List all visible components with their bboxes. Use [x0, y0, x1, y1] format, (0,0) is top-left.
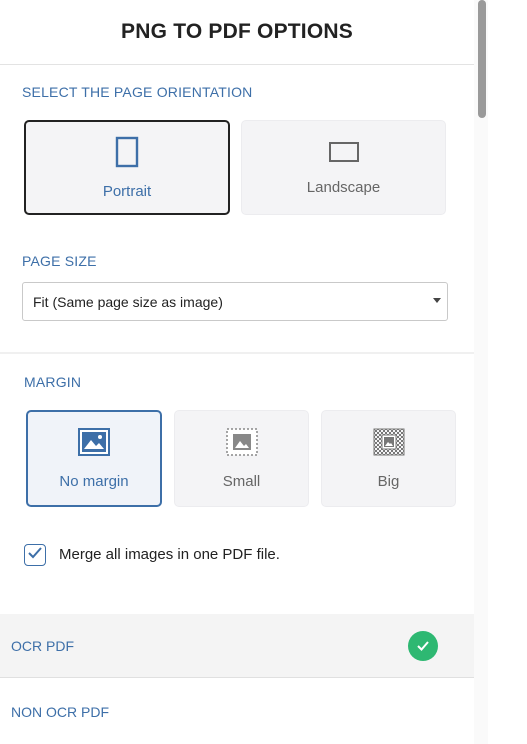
portrait-option-label: Portrait	[102, 182, 152, 200]
small-margin-option-button[interactable]: Small	[174, 410, 309, 507]
orientation-section-label: SELECT THE PAGE ORIENTATION	[22, 84, 253, 100]
options-header: PNG TO PDF OPTIONS	[0, 0, 474, 65]
no-margin-image-icon	[78, 427, 110, 461]
big-margin-image-icon	[373, 428, 405, 461]
checkmark-icon	[28, 546, 42, 564]
no-margin-option-label: No margin	[59, 472, 129, 490]
small-margin-option-label: Small	[222, 472, 261, 490]
ocr-pdf-option[interactable]: OCR PDF	[0, 614, 482, 678]
margin-section-label: MARGIN	[24, 374, 82, 390]
page-size-select[interactable]: Fit (Same page size as image)	[22, 282, 448, 321]
merge-checkbox-label[interactable]: Merge all images in one PDF file.	[59, 546, 280, 563]
no-margin-option-button[interactable]: No margin	[26, 410, 162, 507]
section-divider	[0, 352, 474, 354]
big-margin-option-button[interactable]: Big	[321, 410, 456, 507]
non-ocr-pdf-label: NON OCR PDF	[11, 704, 109, 720]
portrait-page-icon	[115, 136, 139, 173]
page-size-section-label: PAGE SIZE	[22, 253, 97, 269]
page-size-selected-value: Fit (Same page size as image)	[33, 293, 223, 310]
landscape-option-button[interactable]: Landscape	[241, 120, 446, 215]
big-margin-option-label: Big	[377, 472, 400, 490]
page-title: PNG TO PDF OPTIONS	[121, 20, 353, 43]
page-background	[488, 0, 527, 744]
non-ocr-pdf-option[interactable]: NON OCR PDF	[0, 679, 482, 744]
small-margin-image-icon	[225, 427, 258, 461]
selected-check-icon	[408, 631, 438, 661]
portrait-option-button[interactable]: Portrait	[24, 120, 230, 215]
landscape-page-icon	[328, 140, 360, 169]
ocr-pdf-label: OCR PDF	[11, 637, 74, 654]
merge-checkbox[interactable]	[24, 544, 46, 566]
chevron-down-icon	[433, 298, 441, 303]
scrollbar-thumb[interactable]	[478, 0, 486, 118]
landscape-option-label: Landscape	[306, 178, 381, 196]
